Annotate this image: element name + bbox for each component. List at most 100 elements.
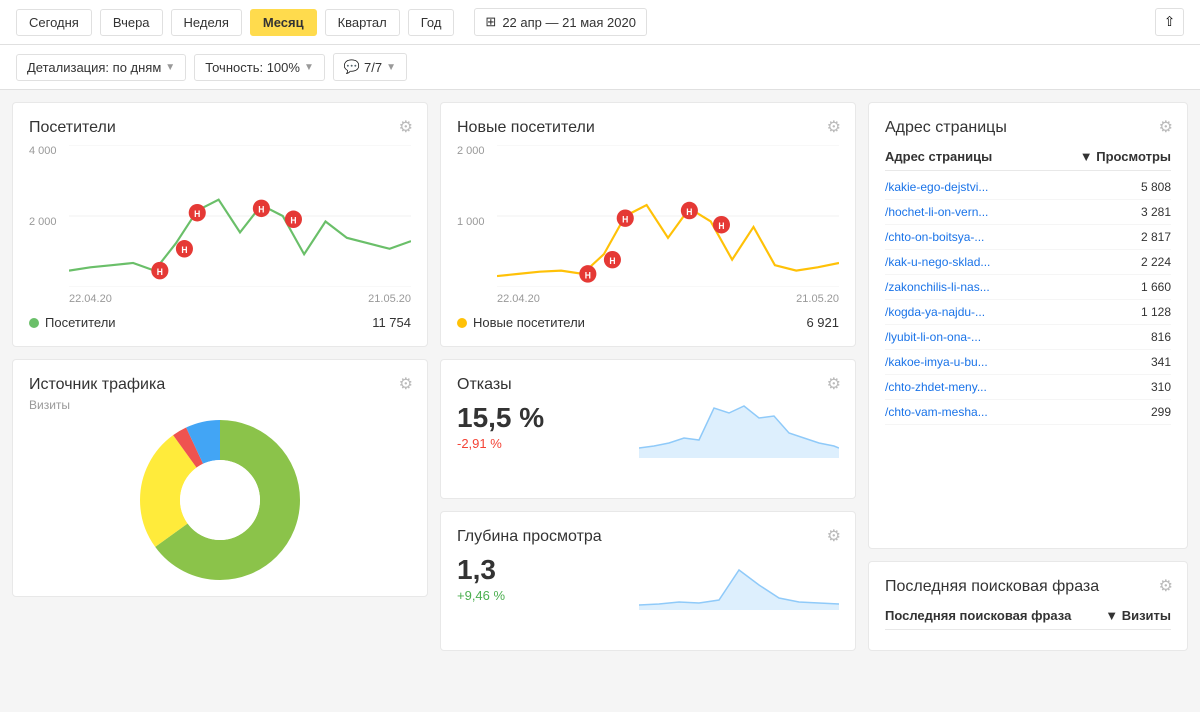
addr-count-9: 299	[1151, 405, 1171, 419]
visitors-line-chart: Н Н Н Н Н	[69, 145, 411, 287]
addr-url-9[interactable]: /chto-vam-mesha...	[885, 405, 988, 419]
new-visitors-card: ⚙ Новые посетители 2 000 1 000 Н	[440, 102, 856, 347]
addr-count-6: 816	[1151, 330, 1171, 344]
segment-icon: 💬	[344, 59, 360, 75]
new-visitors-chart-area: 2 000 1 000 Н Н Н	[457, 145, 839, 305]
accuracy-arrow-icon: ▼	[304, 62, 314, 73]
new-visitors-title: Новые посетители	[457, 119, 839, 137]
svg-text:Н: Н	[194, 209, 200, 219]
addr-count-2: 2 817	[1141, 230, 1171, 244]
date-range-picker[interactable]: ⊞ 22 апр — 21 мая 2020	[474, 8, 647, 36]
segments-filter[interactable]: 💬 7/7 ▼	[333, 53, 407, 81]
new-visitors-line-chart: Н Н Н Н Н	[497, 145, 839, 287]
nv-legend-value: 6 921	[806, 315, 839, 330]
table-row: /zakonchilis-li-nas... 1 660	[885, 275, 1171, 300]
new-visitors-y-labels: 2 000 1 000	[457, 145, 485, 305]
table-row: /kak-u-nego-sklad... 2 224	[885, 250, 1171, 275]
visitors-legend-label: Посетители	[45, 315, 116, 330]
addr-count-7: 341	[1151, 355, 1171, 369]
addr-count-4: 1 660	[1141, 280, 1171, 294]
period-week[interactable]: Неделя	[171, 9, 242, 36]
dashboard-grid: ⚙ Посетители 4 000 2 000 Н	[0, 90, 1200, 663]
period-quarter[interactable]: Квартал	[325, 9, 400, 36]
depth-card: ⚙ Глубина просмотра 1,3 +9,46 %	[440, 511, 856, 651]
visitors-gear-icon[interactable]: ⚙	[399, 117, 413, 137]
accuracy-filter[interactable]: Точность: 100% ▼	[194, 54, 325, 81]
visitors-y-labels: 4 000 2 000	[29, 145, 57, 305]
address-title: Адрес страницы	[885, 119, 1171, 137]
addr-col-views-header: ▼ Просмотры	[1080, 149, 1171, 164]
svg-text:Н: Н	[181, 245, 187, 255]
nv-y-top: 2 000	[457, 145, 485, 157]
addr-url-4[interactable]: /zakonchilis-li-nas...	[885, 280, 990, 294]
last-search-gear-icon[interactable]: ⚙	[1159, 576, 1173, 596]
visitors-card: ⚙ Посетители 4 000 2 000 Н	[12, 102, 428, 347]
period-yesterday[interactable]: Вчера	[100, 9, 163, 36]
addr-url-5[interactable]: /kogda-ya-najdu-...	[885, 305, 985, 319]
visitors-x-start: 22.04.20	[69, 293, 112, 305]
visitors-x-end: 21.05.20	[368, 293, 411, 305]
addr-url-6[interactable]: /lyubit-li-on-ona-...	[885, 330, 981, 344]
accuracy-label: Точность: 100%	[205, 60, 300, 75]
traffic-title: Источник трафика	[29, 376, 411, 394]
visitors-legend-dot	[29, 318, 39, 328]
address-gear-icon[interactable]: ⚙	[1159, 117, 1173, 137]
svg-text:Н: Н	[290, 216, 296, 226]
segments-arrow-icon: ▼	[386, 62, 396, 73]
nv-x-start: 22.04.20	[497, 293, 540, 305]
new-visitors-gear-icon[interactable]: ⚙	[827, 117, 841, 137]
segments-label: 7/7	[364, 60, 382, 75]
svg-text:Н: Н	[718, 221, 724, 231]
table-row: /hochet-li-on-vern... 3 281	[885, 200, 1171, 225]
table-row: /chto-vam-mesha... 299	[885, 400, 1171, 425]
depth-mini-chart	[639, 530, 839, 610]
visitors-y-mid: 2 000	[29, 216, 57, 228]
new-visitors-legend: Новые посетители 6 921	[457, 315, 839, 330]
addr-url-7[interactable]: /kakoe-imya-u-bu...	[885, 355, 988, 369]
date-range-label: 22 апр — 21 мая 2020	[502, 15, 636, 30]
detail-arrow-icon: ▼	[165, 62, 175, 73]
visitors-x-labels: 22.04.20 21.05.20	[69, 293, 411, 305]
addr-url-0[interactable]: /kakie-ego-dejstvi...	[885, 180, 988, 194]
traffic-card: ⚙ Источник трафика Визиты	[12, 359, 428, 597]
detail-filter[interactable]: Детализация: по дням ▼	[16, 54, 186, 81]
period-today[interactable]: Сегодня	[16, 9, 92, 36]
mid-column: ⚙ Новые посетители 2 000 1 000 Н	[440, 102, 856, 651]
table-row: /kakie-ego-dejstvi... 5 808	[885, 175, 1171, 200]
table-row: /kogda-ya-najdu-... 1 128	[885, 300, 1171, 325]
addr-url-2[interactable]: /chto-on-boitsya-...	[885, 230, 984, 244]
nv-x-end: 21.05.20	[796, 293, 839, 305]
left-column: ⚙ Посетители 4 000 2 000 Н	[12, 102, 428, 651]
period-year[interactable]: Год	[408, 9, 455, 36]
calendar-icon: ⊞	[485, 14, 496, 30]
svg-text:Н: Н	[686, 207, 692, 217]
visitors-title: Посетители	[29, 119, 411, 137]
export-button[interactable]: ⇧	[1155, 8, 1184, 36]
visitors-legend-value: 11 754	[372, 315, 411, 330]
traffic-gear-icon[interactable]: ⚙	[399, 374, 413, 394]
addr-url-8[interactable]: /chto-zhdet-meny...	[885, 380, 987, 394]
last-search-table-header: Последняя поисковая фраза ▼ Визиты	[885, 600, 1171, 630]
visitors-chart-svg-wrap: Н Н Н Н Н	[69, 145, 411, 287]
donut-chart	[130, 410, 310, 590]
new-visitors-chart-svg-wrap: Н Н Н Н Н	[497, 145, 839, 287]
filter-bar: Детализация: по дням ▼ Точность: 100% ▼ …	[0, 45, 1200, 90]
period-month[interactable]: Месяц	[250, 9, 317, 36]
new-visitors-x-labels: 22.04.20 21.05.20	[497, 293, 839, 305]
ls-col-phrase-header: Последняя поисковая фраза	[885, 608, 1071, 623]
visitors-legend: Посетители 11 754	[29, 315, 411, 330]
svg-text:Н: Н	[258, 205, 264, 215]
addr-count-5: 1 128	[1141, 305, 1171, 319]
last-search-title: Последняя поисковая фраза	[885, 578, 1171, 596]
addr-url-3[interactable]: /kak-u-nego-sklad...	[885, 255, 990, 269]
donut-chart-wrap	[29, 420, 411, 580]
nv-y-mid: 1 000	[457, 216, 485, 228]
svg-text:Н: Н	[609, 256, 615, 266]
ls-col-visits-header: ▼ Визиты	[1105, 608, 1171, 623]
top-bar: Сегодня Вчера Неделя Месяц Квартал Год ⊞…	[0, 0, 1200, 45]
last-search-card: ⚙ Последняя поисковая фраза Последняя по…	[868, 561, 1188, 651]
svg-text:Н: Н	[622, 214, 628, 224]
svg-text:Н: Н	[585, 270, 591, 280]
visitors-y-top: 4 000	[29, 145, 57, 157]
addr-url-1[interactable]: /hochet-li-on-vern...	[885, 205, 988, 219]
